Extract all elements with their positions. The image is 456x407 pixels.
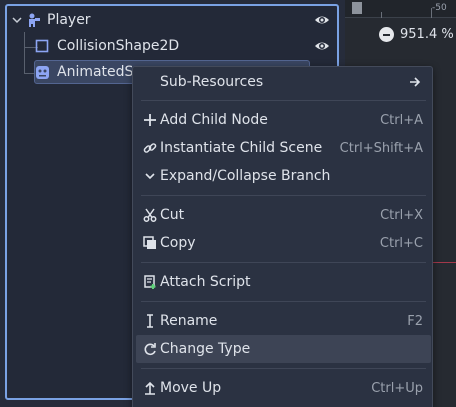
menu-shortcut: Ctrl+A: [380, 112, 423, 128]
menu-shortcut: Ctrl+C: [379, 235, 423, 251]
reload-icon: [142, 341, 158, 357]
ruler-tick: [431, 8, 432, 18]
character-body-icon: [26, 12, 44, 28]
ruler-corner: [352, 2, 362, 14]
menu-shortcut: Ctrl+X: [380, 207, 423, 223]
script-add-icon: [142, 274, 158, 290]
menu-shortcut: Ctrl+Up: [371, 380, 423, 396]
collapse-arrow-icon[interactable]: [12, 15, 24, 25]
copy-icon: [142, 235, 158, 251]
tree-item-player[interactable]: Player: [12, 8, 91, 32]
menu-item-label: Instantiate Child Scene: [160, 140, 323, 156]
menu-separator: [141, 262, 426, 263]
menu-shortcut: F2: [407, 313, 423, 329]
menu-shortcut: Ctrl+Shift+A: [339, 140, 423, 156]
arrow-right-icon: [409, 76, 421, 88]
menu-item-attach-script[interactable]: Attach Script: [136, 268, 431, 296]
zoom-level: 951.4 %: [400, 27, 454, 42]
animated-sprite-icon: [35, 65, 51, 80]
visibility-eye-icon[interactable]: [314, 12, 330, 28]
zoom-out-icon[interactable]: [379, 27, 394, 42]
horizontal-ruler: -50: [345, 0, 456, 18]
menu-item-label: Copy: [160, 235, 196, 251]
menu-item-label: Cut: [160, 207, 185, 223]
tree-item-label: AnimatedSp: [57, 64, 143, 80]
zoom-control[interactable]: 951.4 %: [379, 27, 454, 42]
tree-item-label: CollisionShape2D: [57, 38, 180, 54]
visibility-eye-icon[interactable]: [314, 38, 330, 54]
menu-item-label: Add Child Node: [160, 112, 268, 128]
link-icon: [142, 140, 158, 156]
tree-item-label: Player: [47, 12, 91, 28]
text-cursor-icon: [142, 313, 158, 329]
chevron-down-icon: [142, 168, 158, 184]
menu-item-instantiate-child-scene[interactable]: Instantiate Child Scene Ctrl+Shift+A: [136, 134, 431, 162]
menu-separator: [141, 368, 426, 369]
collision-shape-icon: [35, 39, 51, 53]
menu-item-change-type[interactable]: Change Type: [136, 335, 431, 363]
menu-item-sub-resources[interactable]: Sub-Resources: [136, 68, 431, 96]
add-icon: [142, 112, 158, 128]
menu-item-rename[interactable]: Rename F2: [136, 307, 431, 335]
menu-separator: [141, 100, 426, 101]
menu-item-expand-collapse-branch[interactable]: Expand/Collapse Branch: [136, 162, 431, 190]
menu-item-cut[interactable]: Cut Ctrl+X: [136, 201, 431, 229]
menu-item-label: Move Up: [160, 380, 222, 396]
ruler-tick: [381, 12, 382, 18]
ruler-tick-label: -50: [432, 3, 447, 13]
menu-item-add-child-node[interactable]: Add Child Node Ctrl+A: [136, 106, 431, 134]
menu-item-label: Expand/Collapse Branch: [160, 168, 331, 184]
arrow-up-icon: [142, 380, 158, 396]
menu-separator: [141, 195, 426, 196]
menu-item-copy[interactable]: Copy Ctrl+C: [136, 229, 431, 257]
menu-item-label: Sub-Resources: [160, 74, 264, 90]
menu-item-label: Change Type: [160, 341, 251, 357]
tree-item-collisionshape2d[interactable]: CollisionShape2D: [35, 34, 179, 58]
scissors-icon: [142, 207, 158, 223]
menu-item-label: Rename: [160, 313, 218, 329]
menu-separator: [141, 301, 426, 302]
menu-item-move-up[interactable]: Move Up Ctrl+Up: [136, 374, 431, 402]
tree-item-animatedsprite[interactable]: AnimatedSp: [35, 60, 142, 84]
menu-item-label: Attach Script: [160, 274, 251, 290]
context-menu: Sub-Resources Add Child Node Ctrl+A Inst…: [132, 66, 433, 407]
tree-branch-line: [24, 32, 25, 74]
